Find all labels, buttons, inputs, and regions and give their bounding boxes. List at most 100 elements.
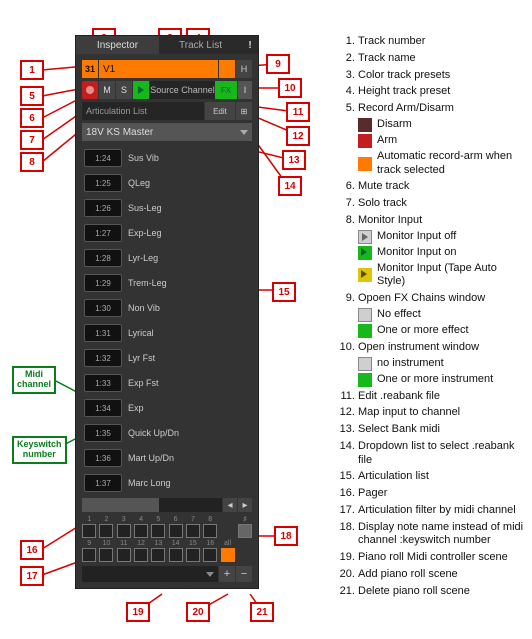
record-icon: [86, 86, 94, 94]
tab-bar: Inspector Track List !: [76, 36, 258, 54]
keyswitch-badge: 1:29: [84, 274, 122, 292]
filter-ch-4[interactable]: 4: [134, 516, 148, 538]
pager-scrollbar[interactable]: [82, 498, 222, 512]
filter-ch-15[interactable]: 15: [186, 540, 200, 562]
filter-ch-2[interactable]: 2: [99, 516, 113, 538]
filter-ch-6[interactable]: 6: [168, 516, 182, 538]
fx-button[interactable]: FX: [215, 81, 237, 99]
filter-ch-8[interactable]: 8: [203, 516, 217, 538]
filter-ch-1[interactable]: 1: [82, 516, 96, 538]
articulation-name: Trem-Leg: [128, 278, 167, 288]
pager: ◂ ▸: [82, 498, 252, 512]
pager-left[interactable]: ◂: [223, 498, 237, 512]
list-item[interactable]: 1:37 Marc Long: [82, 472, 252, 494]
legend-item: Record Arm/Disarm Disarm Arm Automatic r…: [358, 102, 524, 177]
filter-ch-13[interactable]: 13: [151, 540, 165, 562]
map-input-button[interactable]: ⊞: [236, 102, 252, 120]
callout-8: 8: [20, 152, 44, 172]
filter-ch-12[interactable]: 12: [134, 540, 148, 562]
legend-item: Monitor Input Monitor Input off Monitor …: [358, 214, 524, 289]
articulation-name: Sus Vib: [128, 153, 159, 163]
list-item[interactable]: 1:31 Lyrical: [82, 322, 252, 344]
pager-thumb[interactable]: [82, 498, 159, 512]
tab-alert[interactable]: !: [242, 36, 258, 54]
legend-item: Mute track: [358, 180, 524, 194]
scene-bar: + −: [82, 566, 252, 582]
bank-dropdown[interactable]: 18V KS Master: [82, 123, 252, 141]
callout-21: 21: [250, 602, 274, 622]
legend: Track number Track name Color track pres…: [338, 35, 524, 601]
source-channel[interactable]: Source Channel: [150, 81, 215, 99]
note-name-toggle[interactable]: ♯: [238, 516, 252, 538]
legend-item: Map input to channel: [358, 406, 524, 420]
edit-reabank-button[interactable]: Edit: [205, 102, 235, 120]
keyswitch-badge: 1:24: [84, 149, 122, 167]
add-scene-button[interactable]: +: [219, 566, 235, 582]
list-item[interactable]: 1:35Quick Up/Dn: [82, 422, 252, 444]
legend-item: Color track presets: [358, 69, 524, 83]
callout-18: 18: [274, 526, 298, 546]
legend-item: Articulation list: [358, 470, 524, 484]
callout-11: 11: [286, 102, 310, 122]
list-item[interactable]: 1:36Mart Up/Dn: [82, 447, 252, 469]
tab-tracklist[interactable]: Track List: [159, 36, 242, 54]
mute-button[interactable]: M: [99, 81, 115, 99]
tab-inspector[interactable]: Inspector: [76, 36, 159, 54]
list-item[interactable]: 1:29 Trem-Leg: [82, 272, 252, 294]
solo-button[interactable]: S: [116, 81, 132, 99]
articulation-list: 1:24 Sus Vib 1:25QLeg 1:26 Sus-Leg 1:27Exp…: [82, 147, 252, 494]
list-item[interactable]: 1:32Lyr Fst: [82, 347, 252, 369]
keyswitch-badge: 1:33: [84, 374, 122, 392]
height-preset[interactable]: H: [236, 60, 252, 78]
list-item[interactable]: 1:24 Sus Vib: [82, 147, 252, 169]
filter-all[interactable]: all: [220, 540, 234, 562]
filter-ch-5[interactable]: 5: [151, 516, 165, 538]
filter-ch-3[interactable]: 3: [117, 516, 131, 538]
keyswitch-badge: 1:26: [84, 199, 122, 217]
filter-ch-14[interactable]: 14: [168, 540, 182, 562]
track-name[interactable]: V1: [99, 60, 218, 78]
articulation-name: Sus-Leg: [128, 203, 162, 213]
articulation-name: Lyrical: [128, 328, 154, 338]
bank-selected: 18V KS Master: [86, 127, 153, 138]
keyswitch-badge: 1:31: [84, 324, 122, 342]
articulation-name: Non Vib: [128, 303, 160, 313]
monitor-input-button[interactable]: [133, 81, 149, 99]
callout-14: 14: [278, 176, 302, 196]
chevron-down-icon: [206, 572, 214, 577]
filter-ch-10[interactable]: 10: [99, 540, 113, 562]
keyswitch-badge: 1:27: [84, 224, 122, 242]
scene-dropdown[interactable]: [82, 566, 218, 582]
list-item[interactable]: 1:26 Sus-Leg: [82, 197, 252, 219]
list-item[interactable]: 1:27Exp-Leg: [82, 222, 252, 244]
list-item[interactable]: 1:28Lyr-Leg: [82, 247, 252, 269]
filter-ch-11[interactable]: 11: [117, 540, 131, 562]
keyswitch-badge: 1:36: [84, 449, 122, 467]
callout-5: 5: [20, 86, 44, 106]
track-number[interactable]: 31: [82, 60, 98, 78]
callout-20: 20: [186, 602, 210, 622]
map-icon: ⊞: [241, 107, 248, 116]
callout-19: 19: [126, 602, 150, 622]
legend-item: Add piano roll scene: [358, 568, 524, 582]
delete-scene-button[interactable]: −: [236, 566, 252, 582]
midi-channel-filter: 1 2 3 4 5 6 7 8 ♯ 9 10 11 12 13 14 15 16…: [82, 516, 252, 562]
filter-ch-7[interactable]: 7: [186, 516, 200, 538]
articulation-name: Marc Long: [128, 478, 171, 488]
list-item[interactable]: 1:25QLeg: [82, 172, 252, 194]
filter-ch-16[interactable]: 16: [203, 540, 217, 562]
color-preset[interactable]: [219, 60, 235, 78]
keyswitch-badge: 1:37: [84, 474, 122, 492]
callout-1: 1: [20, 60, 44, 80]
legend-item: Display note name instead of midi channe…: [358, 521, 524, 549]
articulation-name: QLeg: [128, 178, 150, 188]
pager-right[interactable]: ▸: [238, 498, 252, 512]
list-item[interactable]: 1:34Exp: [82, 397, 252, 419]
filter-ch-9[interactable]: 9: [82, 540, 96, 562]
list-item[interactable]: 1:33Exp Fst: [82, 372, 252, 394]
record-arm-button[interactable]: [82, 81, 98, 99]
legend-item: Articulation filter by midi channel: [358, 504, 524, 518]
instrument-button[interactable]: I: [238, 81, 252, 99]
articulation-header-row: Articulation List Edit ⊞: [82, 102, 252, 120]
list-item[interactable]: 1:30Non Vib: [82, 297, 252, 319]
